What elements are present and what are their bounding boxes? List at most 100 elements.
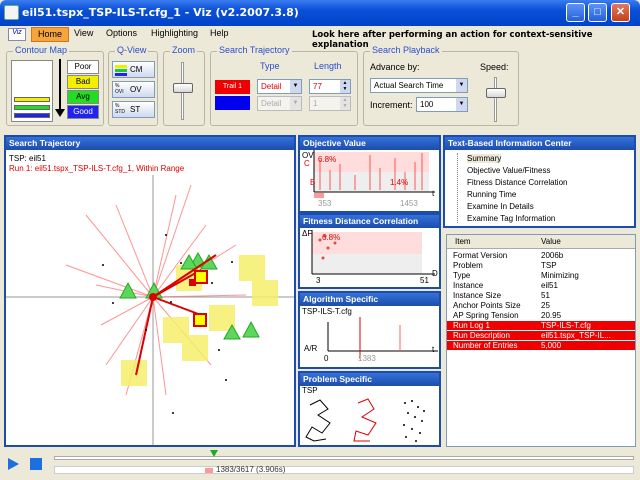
t-axis-label: t — [432, 189, 435, 198]
time-readout: 1383/3617 (3.906s) — [216, 465, 286, 474]
st-button[interactable]: % STD ST — [112, 101, 155, 118]
speed-track — [494, 77, 497, 122]
stop-icon[interactable] — [30, 458, 42, 470]
qview-group: Q-View CM % OVI OV % STD ST — [108, 45, 158, 126]
increment-input[interactable]: 100 ▼ — [416, 97, 468, 112]
table-row[interactable]: Instance eil51 — [447, 281, 635, 290]
algo-x-start: 0 — [324, 354, 329, 363]
fdc-x-end: 51 — [420, 276, 429, 285]
col-value[interactable]: Value — [541, 235, 561, 249]
table-row[interactable]: Type Minimizing — [447, 271, 635, 280]
info-item-summary[interactable]: Summary — [467, 154, 502, 163]
progress-fill — [205, 468, 213, 473]
trail1-button[interactable]: Trail 1 — [215, 80, 250, 94]
table-row[interactable]: Number of Entries 5,000 — [447, 341, 635, 350]
zoom-group: Zoom — [163, 45, 205, 126]
type1-select[interactable]: Detail ▼ — [257, 79, 302, 94]
table-row[interactable]: Run Log 1 TSP-ILS-T.cfg — [447, 321, 635, 330]
table-row[interactable]: AP Spring Tension 20.95 — [447, 311, 635, 320]
objective-value-pane: Objective Value OV C B 6.8% 1.4% 353 145… — [298, 135, 441, 213]
ov-small-label: % OVI — [115, 83, 124, 95]
chevron-down-icon[interactable]: ▼ — [290, 97, 301, 110]
stepper-icon[interactable]: ▲ ▼ — [340, 80, 350, 93]
chevron-down-icon[interactable]: ▼ — [290, 80, 301, 93]
ov-button[interactable]: % OVI OV — [112, 81, 155, 98]
bad-legend[interactable]: Bad — [67, 75, 99, 89]
contour-map-group: Contour Map Poor Bad Avg Good — [6, 45, 104, 126]
advance-by-label: Advance by: — [370, 62, 420, 72]
cm-button[interactable]: CM — [112, 61, 155, 78]
contour-preview[interactable] — [11, 60, 53, 122]
table-row[interactable]: Instance Size 51 — [447, 291, 635, 300]
qview-title: Q-View — [115, 45, 149, 55]
pct-lower: 1.4% — [390, 178, 409, 187]
fdc-pct: 6.8% — [322, 233, 341, 242]
length1-value: 77 — [313, 82, 322, 91]
progress-track — [54, 466, 634, 474]
menu-home[interactable]: Home — [31, 27, 70, 42]
table-row[interactable]: Run Description eil51.tspx_TSP-IL... — [447, 331, 635, 340]
fdc-pane: Fitness Distance Correlation ΔF 6.8% 3 5… — [298, 213, 441, 289]
timeline-track[interactable] — [54, 456, 634, 460]
stepper-icon[interactable]: ▲ ▼ — [340, 97, 350, 110]
trajectory-canvas[interactable] — [6, 175, 294, 445]
menu-help[interactable]: Help — [210, 28, 229, 38]
timeline-marker-icon[interactable] — [210, 450, 218, 457]
play-icon[interactable] — [8, 458, 19, 470]
good-legend[interactable]: Good — [67, 105, 99, 119]
context-hint: Look here after performing an action for… — [312, 30, 593, 50]
menu-view[interactable]: View — [74, 28, 93, 38]
increment-label: Increment: — [370, 100, 413, 110]
length1-input[interactable]: 77 ▲ ▼ — [309, 79, 351, 94]
chevron-down-icon[interactable]: ▼ — [456, 98, 467, 111]
speed-label: Speed: — [480, 62, 509, 72]
d-axis-label: D — [432, 269, 438, 278]
problem-thumbnails[interactable] — [300, 395, 439, 445]
fdc-x-start: 3 — [316, 276, 321, 285]
menu-options[interactable]: Options — [106, 28, 137, 38]
af-axis-label: ΔF — [302, 229, 313, 238]
fdc-chart[interactable] — [300, 228, 439, 288]
speed-slider[interactable] — [486, 88, 506, 98]
zoom-title: Zoom — [170, 45, 198, 55]
search-trajectory-pane: Search Trajectory TSP: eil51 Run 1: eil5… — [4, 135, 296, 447]
table-row[interactable]: Anchor Points Size 25 — [447, 301, 635, 310]
problem-pane-title: Problem Specific — [300, 373, 439, 386]
info-item-examine-tag[interactable]: Examine Tag Information — [467, 214, 555, 223]
title-bar: eil51.tspx_TSP-ILS-T.cfg_1 - Viz (v2.200… — [0, 0, 640, 26]
contour-map-title: Contour Map — [13, 45, 70, 55]
st-small-label: % STD — [115, 103, 125, 115]
zoom-slider[interactable] — [173, 83, 193, 93]
c-axis-label: C — [304, 159, 310, 168]
info-item-objective[interactable]: Objective Value/Fitness — [467, 166, 550, 175]
trail2-button[interactable]: Trail 2 — [215, 96, 250, 110]
length2-input[interactable]: 1 ▲ ▼ — [309, 96, 351, 111]
length2-value: 1 — [313, 99, 318, 108]
maximize-button[interactable]: □ — [588, 3, 607, 22]
info-item-examine-details[interactable]: Examine In Details — [467, 202, 534, 211]
poor-legend[interactable]: Poor — [67, 60, 99, 74]
table-row[interactable]: Format Version 2006b — [447, 251, 635, 260]
menu-highlighting[interactable]: Highlighting — [151, 28, 198, 38]
length-label: Length — [314, 61, 342, 71]
close-button[interactable]: ✕ — [611, 3, 630, 22]
avg-legend[interactable]: Avg — [67, 90, 99, 104]
info-item-fdc[interactable]: Fitness Distance Correlation — [467, 178, 567, 187]
objective-pane-title: Objective Value — [300, 137, 439, 150]
col-item[interactable]: Item — [455, 235, 471, 249]
info-center-pane: Text-Based Information Center Summary Ob… — [443, 135, 636, 228]
run-label: Run 1: eil51.tspx_TSP-ILS-T.cfg_1, Withi… — [9, 164, 185, 173]
type1-value: Detail — [261, 82, 282, 91]
search-trajectory-title: Search Trajectory — [217, 45, 292, 55]
playback-bar: 1383/3617 (3.906s) — [0, 448, 640, 480]
type2-select[interactable]: Detail ▼ — [257, 96, 302, 111]
advance-by-select[interactable]: Actual Search Time ▼ — [370, 78, 468, 93]
table-row[interactable]: Problem TSP — [447, 261, 635, 270]
minimize-button[interactable]: _ — [566, 3, 585, 22]
algo-cfg-label: TSP-ILS-T.cfg — [302, 307, 352, 316]
info-item-running-time[interactable]: Running Time — [467, 190, 516, 199]
chevron-down-icon[interactable]: ▼ — [456, 79, 467, 92]
problem-tsp-label: TSP — [302, 386, 318, 395]
tsp-label: TSP: eil51 — [9, 154, 46, 163]
increment-value: 100 — [420, 100, 434, 109]
